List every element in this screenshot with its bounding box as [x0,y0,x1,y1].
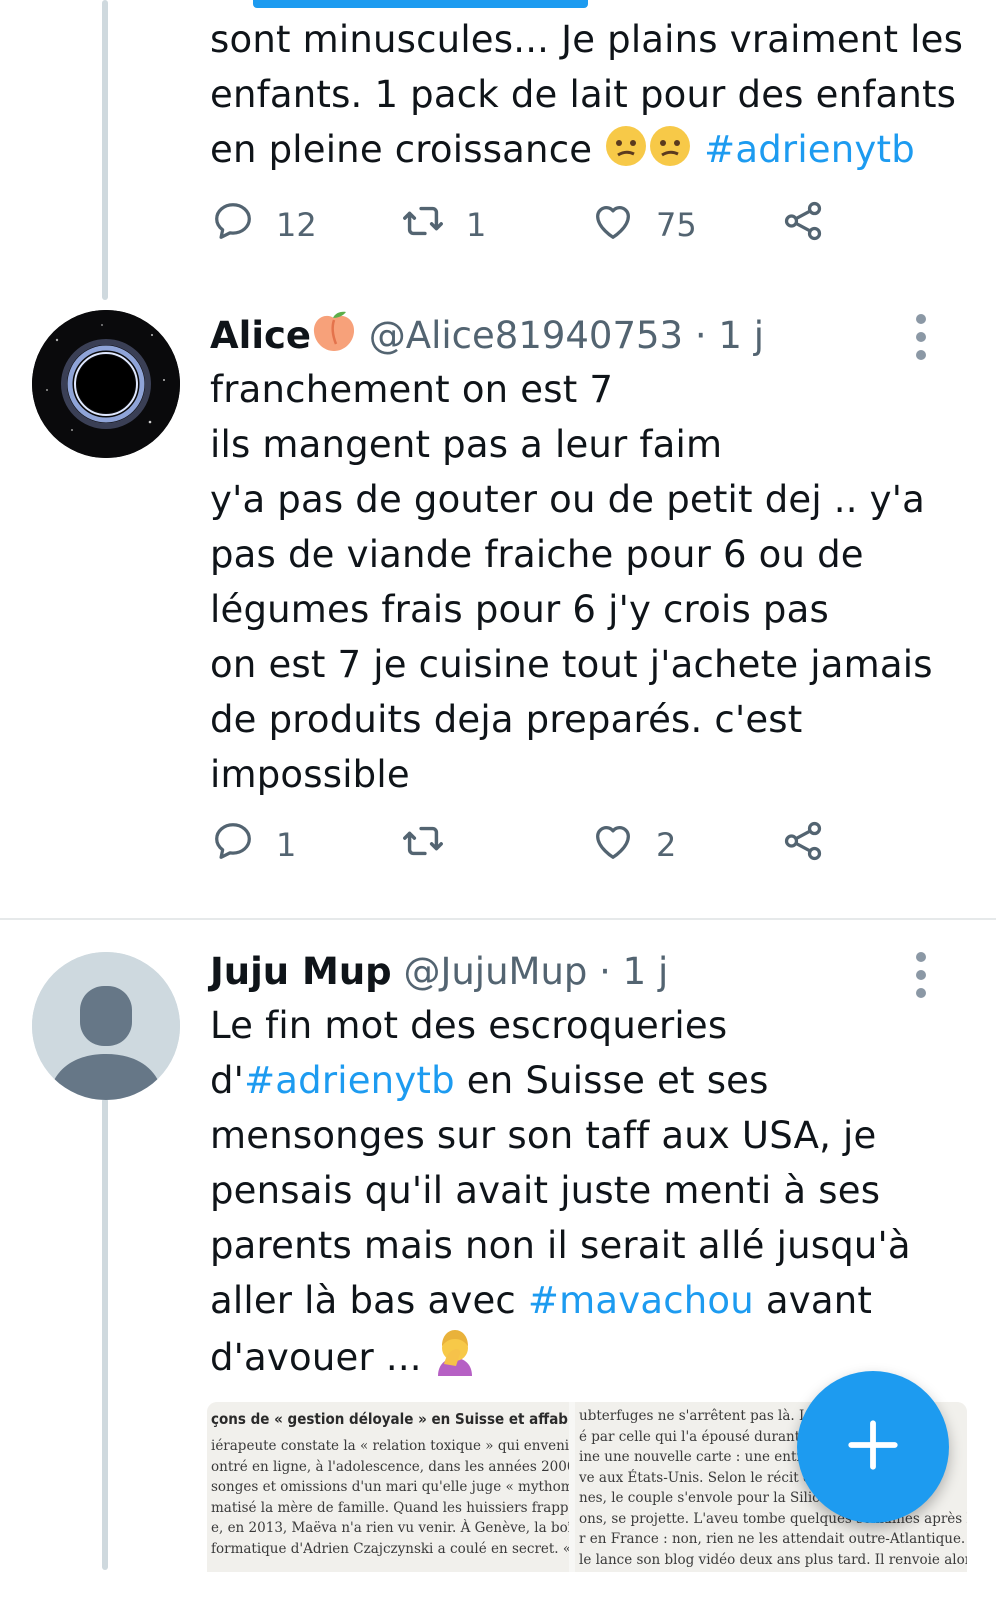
tweet-time: · 1 j [587,950,669,993]
retweet-icon [400,198,446,252]
tweet-text: Le fin mot des escroqueries d'#adrienytb… [210,998,956,1391]
media-article-line: matisé la mère de famille. Quand les hui… [211,1499,569,1516]
share-button[interactable] [780,195,826,255]
user-handle[interactable]: @Alice81940753 [369,314,683,357]
tweet-text-fragment: d' [210,1059,245,1102]
avatar[interactable] [32,310,180,458]
reply-icon [210,818,256,872]
black-hole-avatar [32,310,180,458]
compose-tweet-button[interactable] [797,1371,949,1523]
heart-icon [590,198,636,252]
media-article-line: ontré en ligne, à l'adolescence, dans le… [211,1458,569,1475]
confused-face-emoji [648,124,692,183]
share-icon [780,198,826,252]
tweet-text-line: mensonges sur son taff aux USA, je [210,1114,877,1157]
tweet-text-fragment: en Suisse et ses [454,1059,769,1102]
media-article-line: formatique d'Adrien Czajczynski a coulé … [211,1540,569,1557]
person-facepalming-emoji [434,1328,476,1391]
tweet-text-line: ils mangent pas a leur faim [210,423,723,466]
scroll-indicator [253,0,588,8]
user-handle[interactable]: @JujuMup [403,950,587,993]
reply-count: 12 [276,206,317,244]
tweet-text-line: enfants. 1 pack de lait pour des enfants [210,73,957,116]
avatar[interactable] [32,952,180,1100]
media-article-line: le lance son blog vidéo deux ans plus ta… [579,1551,967,1568]
default-person-avatar [32,952,180,1100]
tweet-text-line: franchement on est 7 [210,368,614,411]
tweet-header: Alice @Alice81940753 · 1 j [210,308,764,369]
tweet-text-line: sont minuscules... Je plains vraiment le… [210,18,964,61]
tweet-text-fragment: avant [753,1279,873,1322]
divider [0,918,996,920]
tweet-text-line: de produits deja preparés. c'est [210,698,803,741]
media-article-line: e, en 2013, Maëva n'a rien vu venir. À G… [211,1520,569,1536]
peach-emoji [311,310,357,369]
plus-icon [844,1416,902,1478]
tweet-text-line: on est 7 je cuisine tout j'achete jamais [210,643,933,686]
tweet-text-fragment: d'avouer ... [210,1336,434,1379]
share-button[interactable] [780,815,826,875]
tweet-text-line: y'a pas de gouter ou de petit dej .. y'a [210,478,926,521]
confused-face-emoji [604,124,648,183]
tweet-text-line: d'#adrienytb en Suisse et ses [210,1053,956,1108]
hashtag-link[interactable]: #mavachou [528,1279,754,1322]
media-article-line: r en France : non, rien ne les attendait… [579,1531,967,1547]
tweet-text: franchement on est 7 ils mangent pas a l… [210,362,956,802]
media-article-line: songes et omissions d'un mari qu'elle ju… [211,1479,569,1495]
retweet-count: 1 [466,206,487,244]
retweet-button[interactable]: 1 [400,195,486,255]
tweet-text-line: en pleine croissance #adrienytb [210,122,956,183]
like-button[interactable]: 2 [590,815,676,875]
thread-line [102,1098,108,1570]
media-article-left-column: çons de « gestion déloyale » en Suisse e… [207,1402,569,1572]
like-count: 75 [656,206,697,244]
like-count: 2 [656,826,677,864]
like-button[interactable]: 75 [590,195,697,255]
tweet-header: Juju Mup @JujuMup · 1 j [210,944,668,999]
tweet-text-line: impossible [210,753,410,796]
tweet-text-line: Le fin mot des escroqueries [210,1004,728,1047]
tweet-actions: 12 1 75 [210,195,860,255]
retweet-icon [400,818,446,872]
tweet-text-line: pensais qu'il avait juste menti à ses [210,1169,881,1212]
hashtag-link[interactable]: #adrienytb [704,128,915,171]
reply-button[interactable]: 12 [210,195,317,255]
thread-line [102,0,108,300]
share-icon [780,818,826,872]
tweet-text-line: aller là bas avec #mavachou avant [210,1273,956,1328]
tweet-text-line: pas de viande fraiche pour 6 ou de [210,533,864,576]
heart-icon [590,818,636,872]
tweet-text-fragment: en pleine croissance [210,128,605,171]
tweet-text-line: légumes frais pour 6 j'y crois pas [210,588,829,631]
display-name[interactable]: Alice [210,314,311,357]
tweet-actions: 1 2 [210,815,860,875]
media-article-heading: çons de « gestion déloyale » en Suisse e… [211,1410,569,1428]
hashtag-link[interactable]: #adrienytb [244,1059,455,1102]
retweet-button[interactable] [400,815,466,875]
reply-icon [210,198,256,252]
display-name[interactable]: Juju Mup [210,950,392,993]
more-options-icon[interactable] [916,314,928,368]
tweet-text-fragment: aller là bas avec [210,1279,528,1322]
reply-count: 1 [276,826,297,864]
media-article-line: iérapeute constate la « relation toxique… [211,1438,569,1454]
reply-button[interactable]: 1 [210,815,296,875]
tweet-time: · 1 j [683,314,764,357]
tweet-text: sont minuscules... Je plains vraiment le… [210,12,964,183]
tweet-text-line: parents mais non il serait allé jusqu'à [210,1224,911,1267]
